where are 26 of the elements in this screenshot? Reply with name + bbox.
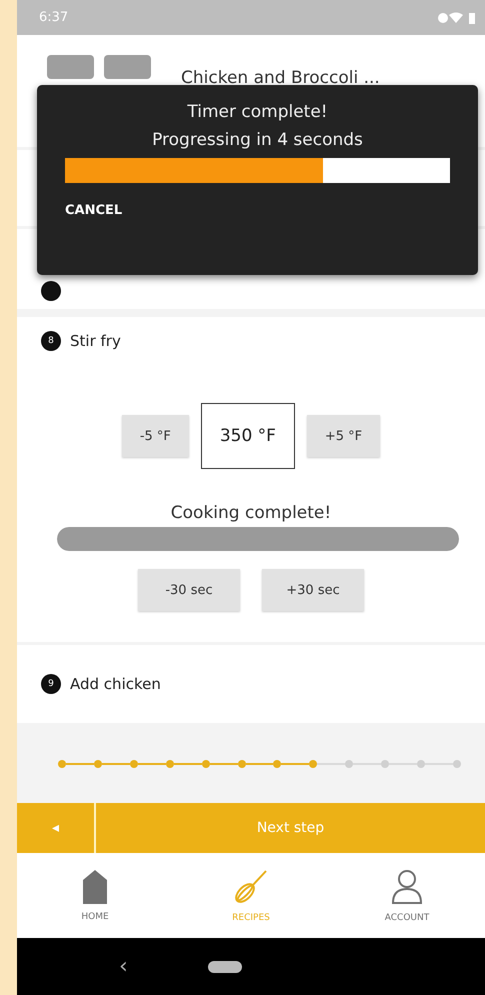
adjust-time-button[interactable]: +30 sec: [262, 569, 364, 611]
system-back-button[interactable]: ‹: [119, 954, 128, 979]
header-button[interactable]: [47, 55, 94, 79]
step-number-badge: 8: [41, 331, 61, 351]
cancel-button[interactable]: CANCEL: [65, 203, 122, 218]
adjust-time-button[interactable]: -30 sec: [138, 569, 240, 611]
recipe-title: Chicken and Broccoli ...: [181, 68, 380, 88]
dialog-message: Progressing in 4 seconds: [152, 129, 363, 152]
decrease-temperature-button[interactable]: -5 °F: [122, 415, 189, 457]
nav-tab[interactable]: ACCOUNT: [352, 868, 462, 922]
temperature-display: 350 °F: [200, 403, 295, 469]
house-icon: [83, 870, 107, 904]
home-pill[interactable]: [208, 960, 242, 972]
status-icons: [437, 10, 477, 24]
header-button[interactable]: [104, 55, 151, 79]
dialog-title: Timer complete!: [187, 101, 328, 124]
whisk-icon: [233, 868, 269, 904]
step-number-badge: [41, 281, 61, 301]
status-time: 6:37: [39, 10, 68, 25]
step-title: Stir fry: [70, 332, 121, 350]
step-number-badge: 9: [41, 674, 61, 694]
increase-temperature-button[interactable]: +5 °F: [306, 415, 380, 457]
step-title: Add chicken: [70, 675, 161, 693]
person-icon: [391, 868, 423, 904]
cooking-status: Cooking complete!: [170, 503, 332, 523]
nav-tab[interactable]: HOME: [40, 870, 150, 922]
